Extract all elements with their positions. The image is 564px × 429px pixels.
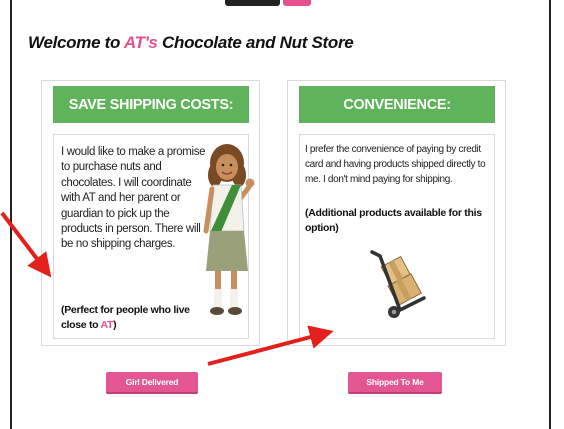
shipped-to-me-button[interactable]: Shipped To Me xyxy=(348,372,442,394)
girl-delivered-button[interactable]: Girl Delivered xyxy=(106,372,198,394)
card-body-convenience: I prefer the convenience of paying by cr… xyxy=(299,134,495,339)
note-prefix: (Perfect for people who live close to xyxy=(61,304,190,331)
description-save-shipping: I would like to make a promise to purcha… xyxy=(61,146,206,251)
card-body-save-shipping: I would like to make a promise to purcha… xyxy=(53,134,255,339)
option-card-save-shipping: SAVE SHIPPING COSTS: I would like to mak… xyxy=(41,80,260,346)
card-header-save-shipping: SAVE SHIPPING COSTS: xyxy=(53,86,249,123)
hand-truck-boxes-icon xyxy=(370,250,426,318)
note-convenience: (Additional products available for this … xyxy=(305,207,482,234)
welcome-suffix: Chocolate and Nut Store xyxy=(157,33,354,52)
welcome-prefix: Welcome to xyxy=(28,33,124,52)
top-dark-button[interactable] xyxy=(225,0,280,6)
welcome-title: Welcome to AT's Chocolate and Nut Store xyxy=(28,33,354,53)
description-convenience: I prefer the convenience of paying by cr… xyxy=(305,144,486,185)
option-card-convenience: CONVENIENCE: I prefer the convenience of… xyxy=(287,80,506,346)
card-header-convenience: CONVENIENCE: xyxy=(299,86,495,123)
note-brand: AT xyxy=(100,319,114,331)
note-save-shipping: (Perfect for people who live close to AT… xyxy=(61,303,211,333)
girl-scout-icon xyxy=(203,144,255,315)
top-pink-button[interactable] xyxy=(283,0,311,6)
note-suffix: ) xyxy=(113,319,117,331)
welcome-brand: AT's xyxy=(123,33,158,52)
